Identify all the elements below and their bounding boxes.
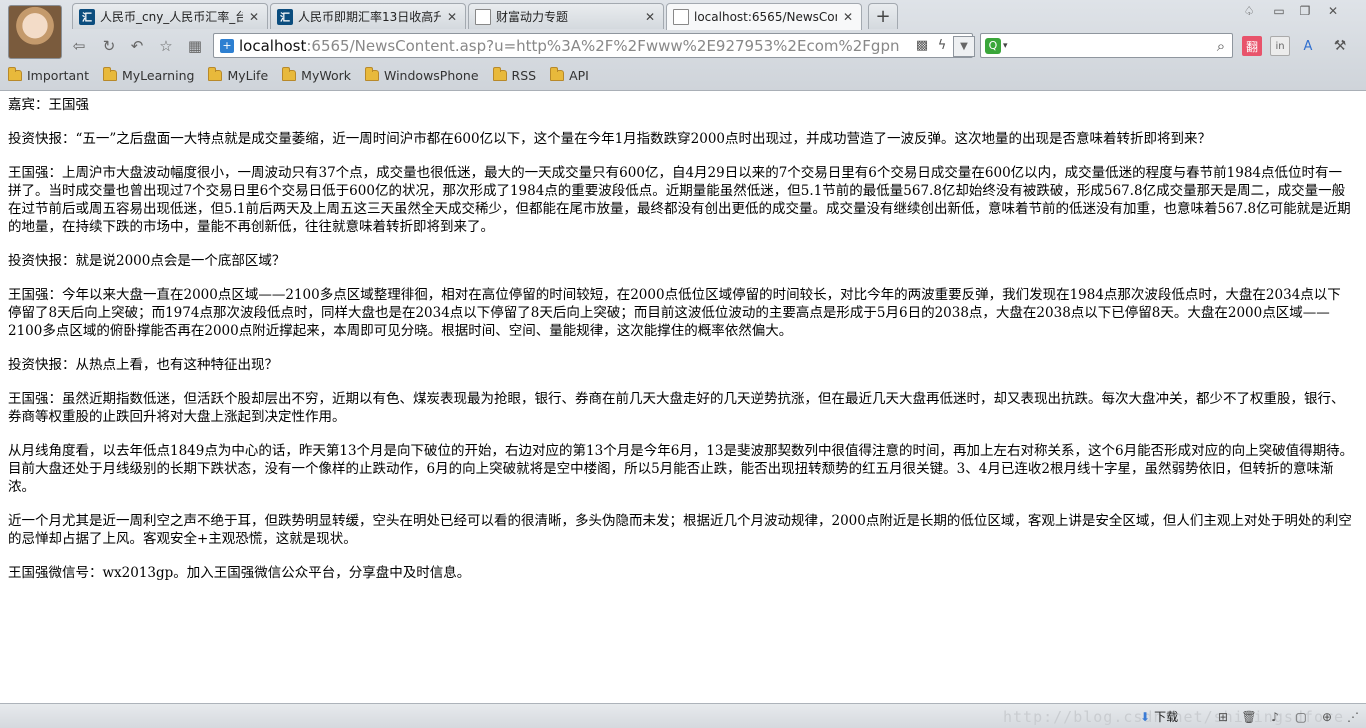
tab-rmb-spot[interactable]: 汇 人民币即期汇率13日收高升 ✕ — [270, 3, 466, 29]
lightning-icon[interactable]: ϟ — [932, 35, 952, 57]
restore-icon[interactable]: ❐ — [1294, 2, 1316, 20]
apps-grid-icon[interactable]: ▦ — [184, 35, 206, 57]
search-box[interactable]: Q ▾ ⌕ — [980, 33, 1233, 58]
article-paragraph: 王国强：今年以来大盘一直在2000点区域——2100多点区域整理徘徊，相对在高位… — [8, 287, 1341, 339]
article-paragraph: 近一个月尤其是近一周利空之声不绝于耳，但跌势明显转缓，空头在明处已经可以看的很清… — [8, 513, 1352, 547]
article-paragraph: 投资快报：就是说2000点会是一个底部区域？ — [8, 253, 286, 269]
zoom-icon[interactable]: ⊕ — [1318, 708, 1336, 725]
close-tab-icon[interactable]: ✕ — [841, 10, 855, 24]
language-icon[interactable]: A — [1298, 36, 1318, 56]
bookmark-rss[interactable]: RSS — [492, 66, 536, 83]
bookmark-windowsphone[interactable]: WindowsPhone — [365, 66, 479, 83]
browser-chrome: 汇 人民币_cny_人民币汇率_台 ✕ 汇 人民币即期汇率13日收高升 ✕ 财富… — [0, 0, 1366, 91]
tab-localhost[interactable]: localhost:6565/NewsCont ✕ — [666, 3, 862, 30]
search-icon[interactable]: ⌕ — [1210, 37, 1232, 55]
bookmarks-bar: Important MyLearning MyLife MyWork Windo… — [0, 64, 595, 86]
url-host: localhost — [239, 36, 307, 55]
close-window-icon[interactable]: ✕ — [1322, 2, 1344, 20]
bookmark-mylife[interactable]: MyLife — [208, 66, 268, 83]
url-text[interactable]: localhost:6565/NewsContent.asp?u=http%3A… — [239, 37, 912, 55]
article-paragraph: 嘉宾：王国强 — [8, 97, 89, 113]
download-button[interactable]: ⬇ 下载 — [1140, 708, 1178, 725]
tab-title: 财富动力专题 — [496, 10, 569, 24]
tools-wrench-icon[interactable]: ⚒ — [1330, 36, 1350, 56]
skin-icon[interactable]: ♤ — [1238, 2, 1260, 20]
folder-icon — [102, 66, 117, 81]
favorite-star-icon[interactable]: ☆ — [155, 35, 177, 57]
article-paragraph: 从月线角度看，以去年低点1849点为中心的话，昨天第13个月是向下破位的开始，右… — [8, 443, 1354, 495]
tab-title: 人民币即期汇率13日收高升 — [298, 10, 441, 24]
site-favicon-icon: 汇 — [277, 8, 293, 25]
folder-icon — [365, 66, 379, 81]
resize-grip-icon[interactable]: ⋰ — [1344, 708, 1362, 725]
tab-title: 人民币_cny_人民币汇率_台 — [100, 10, 243, 24]
url-path: :6565/NewsContent.asp?u=http%3A%2F%2Fwww… — [306, 36, 900, 55]
article-paragraph: 投资快报：“五一”之后盘面一大特点就是成交量萎缩，近一周时间沪市都在600亿以下… — [8, 131, 1212, 147]
translate-tool-icon[interactable]: 翻 — [1242, 36, 1262, 56]
close-tab-icon[interactable]: ✕ — [643, 10, 657, 24]
folder-icon — [282, 66, 297, 81]
tab-title: localhost:6565/NewsCont — [694, 10, 837, 24]
status-bar: http://blog.csdn.net/shiningsdfore ⬇ 下载 … — [0, 703, 1366, 728]
page-icon — [475, 8, 491, 25]
search-input[interactable] — [1007, 35, 1210, 56]
sound-icon[interactable]: ♪ — [1266, 708, 1284, 725]
bookmark-important[interactable]: Important — [8, 66, 89, 83]
window-icon[interactable]: ▢ — [1292, 708, 1310, 725]
page-icon — [673, 9, 689, 25]
bookmark-api[interactable]: API — [550, 66, 589, 83]
user-avatar[interactable] — [8, 5, 62, 59]
qr-code-icon[interactable]: ▩ — [912, 35, 932, 57]
refresh-icon[interactable]: ↻ — [98, 35, 120, 57]
article-paragraph: 王国强：虽然近期指数低迷，但活跃个股却层出不穷，近期以有色、煤炭表现最为抢眼，银… — [8, 391, 1345, 425]
linkedin-icon[interactable]: in — [1270, 36, 1290, 56]
close-tab-icon[interactable]: ✕ — [247, 10, 261, 24]
undo-close-icon[interactable]: ↶ — [126, 35, 148, 57]
bookmark-mylearning[interactable]: MyLearning — [102, 66, 194, 83]
add-icon[interactable]: ⊞ — [1214, 708, 1232, 725]
article-paragraph: 投资快报：从热点上看，也有这种特征出现？ — [8, 357, 278, 373]
search-engine-icon[interactable]: Q — [985, 37, 1001, 54]
folder-icon — [208, 66, 223, 81]
tab-wealth[interactable]: 财富动力专题 ✕ — [468, 3, 664, 29]
bookmark-mywork[interactable]: MyWork — [282, 66, 351, 83]
back-icon[interactable]: ⇦ — [68, 35, 90, 57]
address-bar[interactable]: + localhost:6565/NewsContent.asp?u=http%… — [213, 33, 973, 58]
close-tab-icon[interactable]: ✕ — [445, 10, 459, 24]
article-paragraph: 王国强微信号：wx2013gp。加入王国强微信公众平台，分享盘中及时信息。 — [8, 565, 471, 581]
minimize-icon[interactable]: ▭ — [1268, 2, 1290, 20]
article-paragraph: 王国强：上周沪市大盘波动幅度很小，一周波动只有37个点，成交量也很低迷，最大的一… — [8, 165, 1351, 235]
site-favicon-icon: 汇 — [79, 8, 95, 25]
folder-icon — [8, 66, 22, 81]
article-content: 嘉宾：王国强 投资快报：“五一”之后盘面一大特点就是成交量萎缩，近一周时间沪市都… — [8, 96, 1354, 700]
site-info-icon[interactable]: + — [220, 38, 234, 53]
tab-rmb-cny[interactable]: 汇 人民币_cny_人民币汇率_台 ✕ — [72, 3, 268, 29]
address-dropdown-icon[interactable]: ▼ — [953, 36, 975, 57]
download-label: 下载 — [1154, 710, 1179, 724]
new-tab-button[interactable]: + — [868, 3, 898, 29]
trash-icon[interactable]: 🗑 — [1240, 708, 1258, 725]
folder-icon — [550, 66, 565, 81]
folder-icon — [492, 66, 507, 81]
download-arrow-icon: ⬇ — [1140, 709, 1151, 724]
